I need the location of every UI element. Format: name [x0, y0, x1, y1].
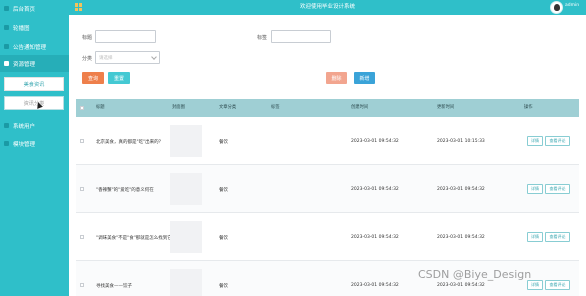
- detail-button[interactable]: 详情: [527, 136, 543, 146]
- sidebar-item-notice[interactable]: 公告通知管理: [0, 38, 69, 55]
- row-category: 餐饮: [219, 236, 228, 241]
- delete-button[interactable]: 删除: [326, 72, 347, 84]
- sidebar-subitem-food-news[interactable]: 美食资讯: [4, 77, 64, 91]
- row-checkbox[interactable]: [80, 187, 84, 191]
- row-title: 北京美食，真的都是"吃"出来的？: [96, 140, 164, 145]
- top-bar: 欢迎使用毕业设计系统 admin: [69, 0, 586, 15]
- menu-toggle-icon[interactable]: [75, 3, 83, 11]
- column-header-title: 标题: [96, 105, 105, 110]
- row-checkbox[interactable]: [80, 283, 84, 287]
- row-updated: 2023-03-01 09:54:32: [437, 187, 485, 192]
- user-name[interactable]: admin: [565, 3, 579, 8]
- title-filter-input[interactable]: [95, 30, 156, 43]
- row-checkbox[interactable]: [80, 235, 84, 239]
- watermark: CSDN @Biye_Design: [418, 268, 532, 281]
- sidebar-item-label: 后台首页: [13, 6, 36, 13]
- row-created: 2023-03-01 09:54:32: [351, 283, 399, 288]
- row-category: 餐饮: [219, 188, 228, 193]
- cover-image: [170, 269, 202, 296]
- sidebar-item-label: 系统用户: [13, 123, 36, 130]
- table-row[interactable]: "香辣蟹"的"爱吃"的意义何在 餐饮 2023-03-01 09:54:32 2…: [76, 165, 579, 213]
- tag-filter-label: 标签: [257, 35, 268, 41]
- user-icon: [4, 123, 9, 128]
- column-header-actions: 操作: [524, 105, 533, 110]
- home-icon: [4, 6, 9, 11]
- add-button[interactable]: 新增: [354, 72, 375, 84]
- column-header-created: 创建时间: [351, 105, 369, 110]
- row-title: 寻找美食——饺子: [96, 284, 132, 289]
- sidebar-item-carousel[interactable]: 轮播图: [0, 19, 69, 36]
- grid-icon: [4, 141, 9, 146]
- column-header-category: 文章分类: [219, 105, 237, 110]
- row-created: 2023-03-01 09:54:32: [351, 139, 399, 144]
- table-header: 标题 封面图 文章分类 标签 创建时间 更新时间 操作: [76, 99, 579, 117]
- table-row[interactable]: "调味美食"不是"食"那就是怎么找到它 餐饮 2023-03-01 09:54:…: [76, 213, 579, 261]
- query-button[interactable]: 查询: [82, 72, 104, 84]
- sidebar-item-system-users[interactable]: 系统用户: [0, 117, 69, 134]
- column-header-cover: 封面图: [172, 105, 185, 110]
- sidebar-item-label: 资源管理: [13, 61, 36, 68]
- sidebar-item-label: 公告通知管理: [13, 44, 47, 51]
- chevron-down-icon: [151, 54, 157, 60]
- sidebar-item-home[interactable]: 后台首页: [0, 0, 69, 17]
- folder-icon: [4, 61, 9, 66]
- bell-icon: [4, 44, 9, 49]
- detail-button[interactable]: 详情: [527, 232, 543, 242]
- cover-image: [170, 221, 202, 253]
- sidebar-item-label: 轮播图: [13, 25, 30, 32]
- category-select-placeholder: 请选择: [99, 55, 113, 61]
- data-table: 标题 封面图 文章分类 标签 创建时间 更新时间 操作 北京美食，真的都是"吃"…: [76, 99, 579, 296]
- view-comments-button[interactable]: 查看评论: [545, 232, 570, 242]
- sidebar: 后台首页 轮播图 公告通知管理 资源管理 美食资讯 资讯分类 系统用户 模块管理: [0, 0, 69, 296]
- category-filter-label: 分类: [82, 56, 93, 62]
- view-comments-button[interactable]: 查看评论: [545, 184, 570, 194]
- row-title: "调味美食"不是"食"那就是怎么找到它: [96, 236, 172, 241]
- image-icon: [4, 25, 9, 30]
- row-checkbox[interactable]: [80, 139, 84, 143]
- cover-image: [170, 173, 202, 205]
- row-category: 餐饮: [219, 140, 228, 145]
- title-filter-label: 标题: [82, 35, 93, 41]
- category-filter-select[interactable]: 请选择: [95, 51, 160, 64]
- table-row[interactable]: 北京美食，真的都是"吃"出来的？ 餐饮 2023-03-01 09:54:32 …: [76, 117, 579, 165]
- sidebar-item-resources[interactable]: 资源管理: [0, 55, 69, 72]
- column-header-tags: 标签: [271, 105, 280, 110]
- row-created: 2023-03-01 09:54:32: [351, 187, 399, 192]
- row-updated: 2023-03-01 09:54:32: [437, 283, 485, 288]
- row-updated: 2023-03-01 10:15:33: [437, 139, 485, 144]
- detail-button[interactable]: 详情: [527, 280, 543, 290]
- cover-image: [170, 125, 202, 157]
- column-header-updated: 更新时间: [437, 105, 455, 110]
- sidebar-item-label: 模块管理: [13, 141, 36, 148]
- view-comments-button[interactable]: 查看评论: [545, 136, 570, 146]
- select-all-checkbox[interactable]: [80, 106, 84, 110]
- row-category: 餐饮: [219, 284, 228, 289]
- detail-button[interactable]: 详情: [527, 184, 543, 194]
- page-title: 欢迎使用毕业设计系统: [299, 4, 355, 10]
- main-content: 标题 标签 分类 请选择 查询 重置 删除 新增 标题 封面图 文章分类 标签 …: [69, 15, 586, 296]
- reset-button[interactable]: 重置: [108, 72, 130, 84]
- sidebar-item-modules[interactable]: 模块管理: [0, 135, 69, 152]
- view-comments-button[interactable]: 查看评论: [545, 280, 570, 290]
- sidebar-subitem-news-category[interactable]: 资讯分类: [4, 96, 64, 110]
- app-window: 后台首页 轮播图 公告通知管理 资源管理 美食资讯 资讯分类 系统用户 模块管理…: [0, 0, 586, 296]
- avatar[interactable]: [550, 1, 563, 14]
- row-updated: 2023-03-01 09:54:32: [437, 235, 485, 240]
- row-created: 2023-03-01 09:54:32: [351, 235, 399, 240]
- tag-filter-input[interactable]: [271, 30, 331, 43]
- row-title: "香辣蟹"的"爱吃"的意义何在: [96, 188, 154, 193]
